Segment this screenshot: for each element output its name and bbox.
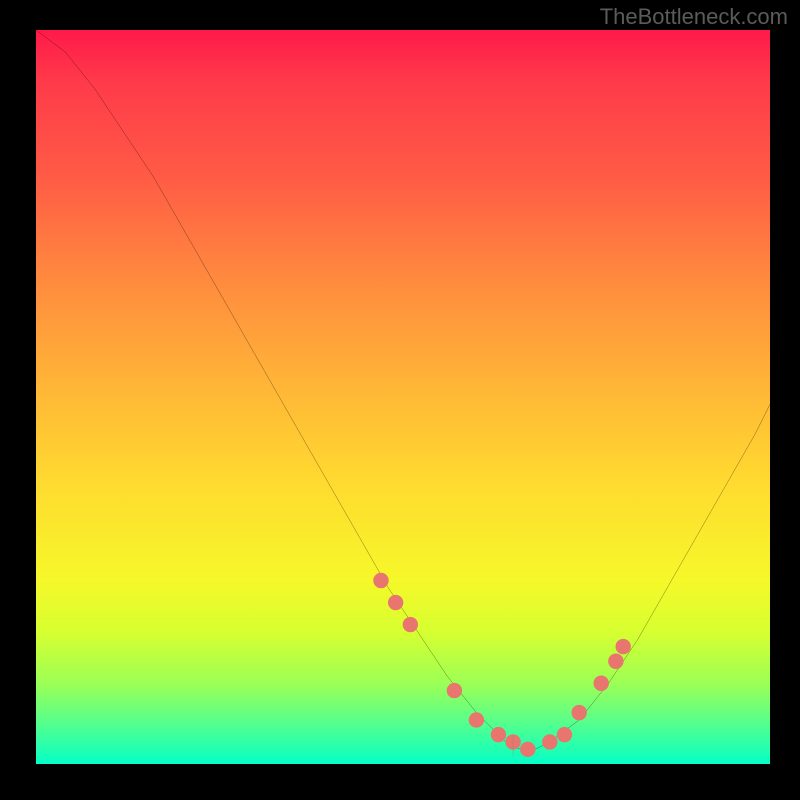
marker-point	[374, 573, 389, 588]
marker-point	[469, 713, 484, 728]
highlighted-points	[374, 573, 631, 757]
bottleneck-curve	[36, 30, 770, 749]
marker-point	[388, 595, 403, 610]
marker-point	[520, 742, 535, 757]
marker-point	[447, 683, 462, 698]
marker-point	[542, 735, 557, 750]
marker-point	[594, 676, 609, 691]
chart-frame: TheBottleneck.com	[0, 0, 800, 800]
marker-point	[403, 617, 418, 632]
watermark-text: TheBottleneck.com	[600, 4, 788, 30]
marker-point	[616, 639, 631, 654]
curve-svg	[36, 30, 770, 764]
marker-point	[609, 654, 624, 669]
plot-area	[36, 30, 770, 764]
marker-point	[572, 705, 587, 720]
marker-point	[491, 727, 506, 742]
marker-point	[557, 727, 572, 742]
